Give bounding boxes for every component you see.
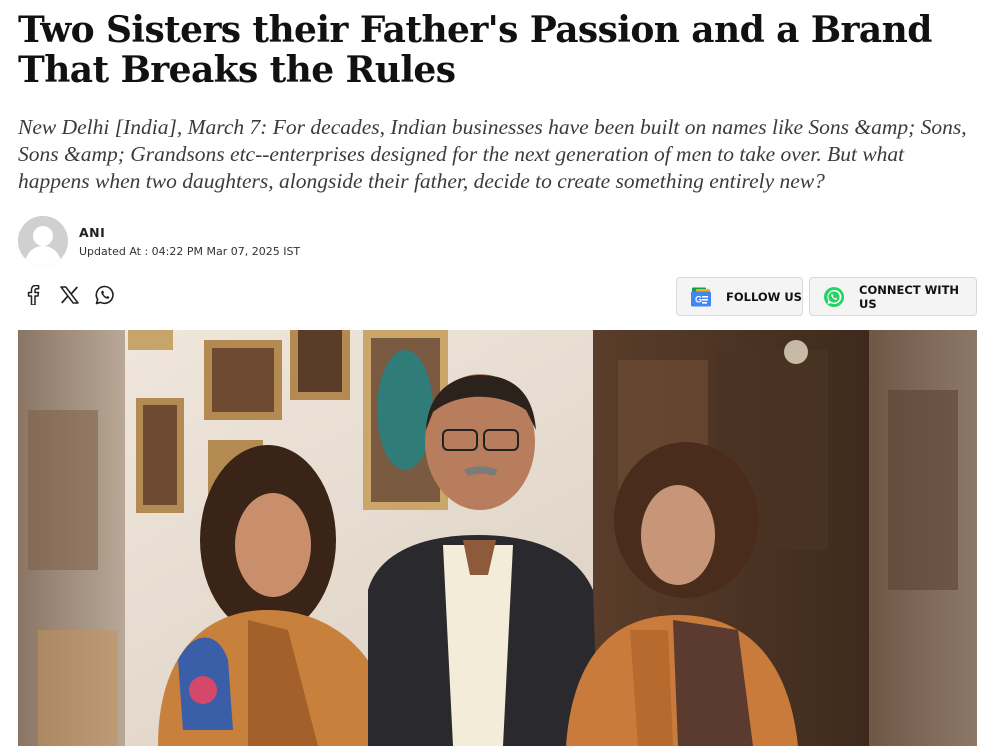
google-news-icon: G <box>690 286 712 308</box>
article-headline: Two Sisters their Father's Passion and a… <box>18 9 932 91</box>
facebook-icon <box>27 285 40 305</box>
author-avatar[interactable] <box>18 216 68 266</box>
follow-us-button[interactable]: G FOLLOW US <box>676 277 803 316</box>
whatsapp-share-button[interactable] <box>94 284 116 306</box>
article-hero-image <box>18 330 977 746</box>
svg-text:G: G <box>695 294 702 304</box>
whatsapp-icon <box>95 285 114 305</box>
facebook-share-button[interactable] <box>22 284 44 306</box>
connect-with-us-button[interactable]: CONNECT WITH US <box>809 277 977 316</box>
follow-us-label: FOLLOW US <box>726 289 802 304</box>
user-icon <box>18 216 68 266</box>
author-name[interactable]: ANI <box>79 225 300 240</box>
author-byline: ANI Updated At : 04:22 PM Mar 07, 2025 I… <box>18 216 300 266</box>
whatsapp-logo-icon <box>823 286 845 308</box>
x-icon <box>59 286 79 304</box>
share-bar <box>22 284 116 306</box>
connect-with-us-label: CONNECT WITH US <box>859 282 960 311</box>
x-share-button[interactable] <box>58 284 80 306</box>
updated-timestamp: Updated At : 04:22 PM Mar 07, 2025 IST <box>79 244 301 258</box>
article-summary: New Delhi [India], March 7: For decades,… <box>18 115 967 193</box>
